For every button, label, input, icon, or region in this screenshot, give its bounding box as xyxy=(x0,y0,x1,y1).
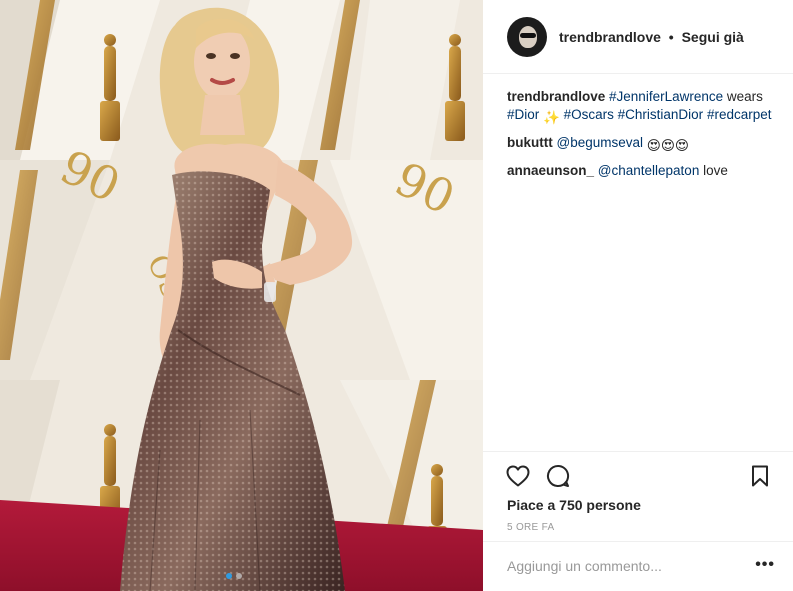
action-row xyxy=(505,463,571,489)
comment-username[interactable]: bukuttt xyxy=(507,135,553,150)
post-photo[interactable]: 90 OSCARS 90 OSCARS xyxy=(0,0,483,591)
post-image: 90 OSCARS 90 OSCARS xyxy=(0,0,483,591)
post-timestamp[interactable]: 5 ORE FA xyxy=(507,522,554,533)
header-separator: • xyxy=(668,28,674,45)
carousel-dot-1[interactable] xyxy=(226,573,232,579)
header-username[interactable]: trendbrandlove xyxy=(559,29,661,45)
comment-mention[interactable]: @begumseval xyxy=(557,135,644,150)
sparkles-emoji: ✨ xyxy=(543,110,560,125)
caption-username[interactable]: trendbrandlove xyxy=(507,89,605,104)
hashtag-redcarpet[interactable]: #redcarpet xyxy=(707,107,772,122)
header-text: trendbrandlove • Segui già xyxy=(559,29,744,45)
comment-item: annaeunson_ @chantellepaton love xyxy=(507,162,787,180)
likes-count[interactable]: Piace a 750 persone xyxy=(507,497,641,513)
carousel-dot-2[interactable] xyxy=(236,573,242,579)
more-options-button[interactable]: ••• xyxy=(755,556,775,574)
hashtag-oscars[interactable]: #Oscars xyxy=(564,107,614,122)
post-side-panel: trendbrandlove • Segui già trendbrandlov… xyxy=(483,0,793,591)
post-actions: Piace a 750 persone 5 ORE FA ••• xyxy=(483,451,793,591)
comment-username[interactable]: annaeunson_ xyxy=(507,163,594,178)
heart-eyes-emoji: 😍😍😍 xyxy=(646,138,689,153)
avatar[interactable] xyxy=(507,16,547,57)
comment-item: bukuttt @begumseval 😍😍😍 xyxy=(507,134,787,155)
comment-input[interactable] xyxy=(507,558,737,574)
caption-text: wears xyxy=(723,89,763,104)
add-comment-box: ••• xyxy=(483,541,793,591)
comment-mention[interactable]: @chantellepaton xyxy=(598,163,700,178)
bookmark-icon[interactable] xyxy=(747,463,773,489)
comment-text: love xyxy=(699,163,728,178)
carousel-indicator[interactable] xyxy=(226,573,242,579)
hashtag-christiandior[interactable]: #ChristianDior xyxy=(618,107,704,122)
comment-icon[interactable] xyxy=(545,463,571,489)
comments-list: trendbrandlove #JenniferLawrence wears #… xyxy=(507,88,787,187)
caption: trendbrandlove #JenniferLawrence wears #… xyxy=(507,88,787,127)
hashtag-jenniferlawrence[interactable]: #JenniferLawrence xyxy=(609,89,723,104)
follow-button[interactable]: Segui già xyxy=(682,29,744,45)
hashtag-dior[interactable]: #Dior xyxy=(507,107,539,122)
post-header: trendbrandlove • Segui già xyxy=(483,0,793,74)
heart-icon[interactable] xyxy=(505,463,531,489)
